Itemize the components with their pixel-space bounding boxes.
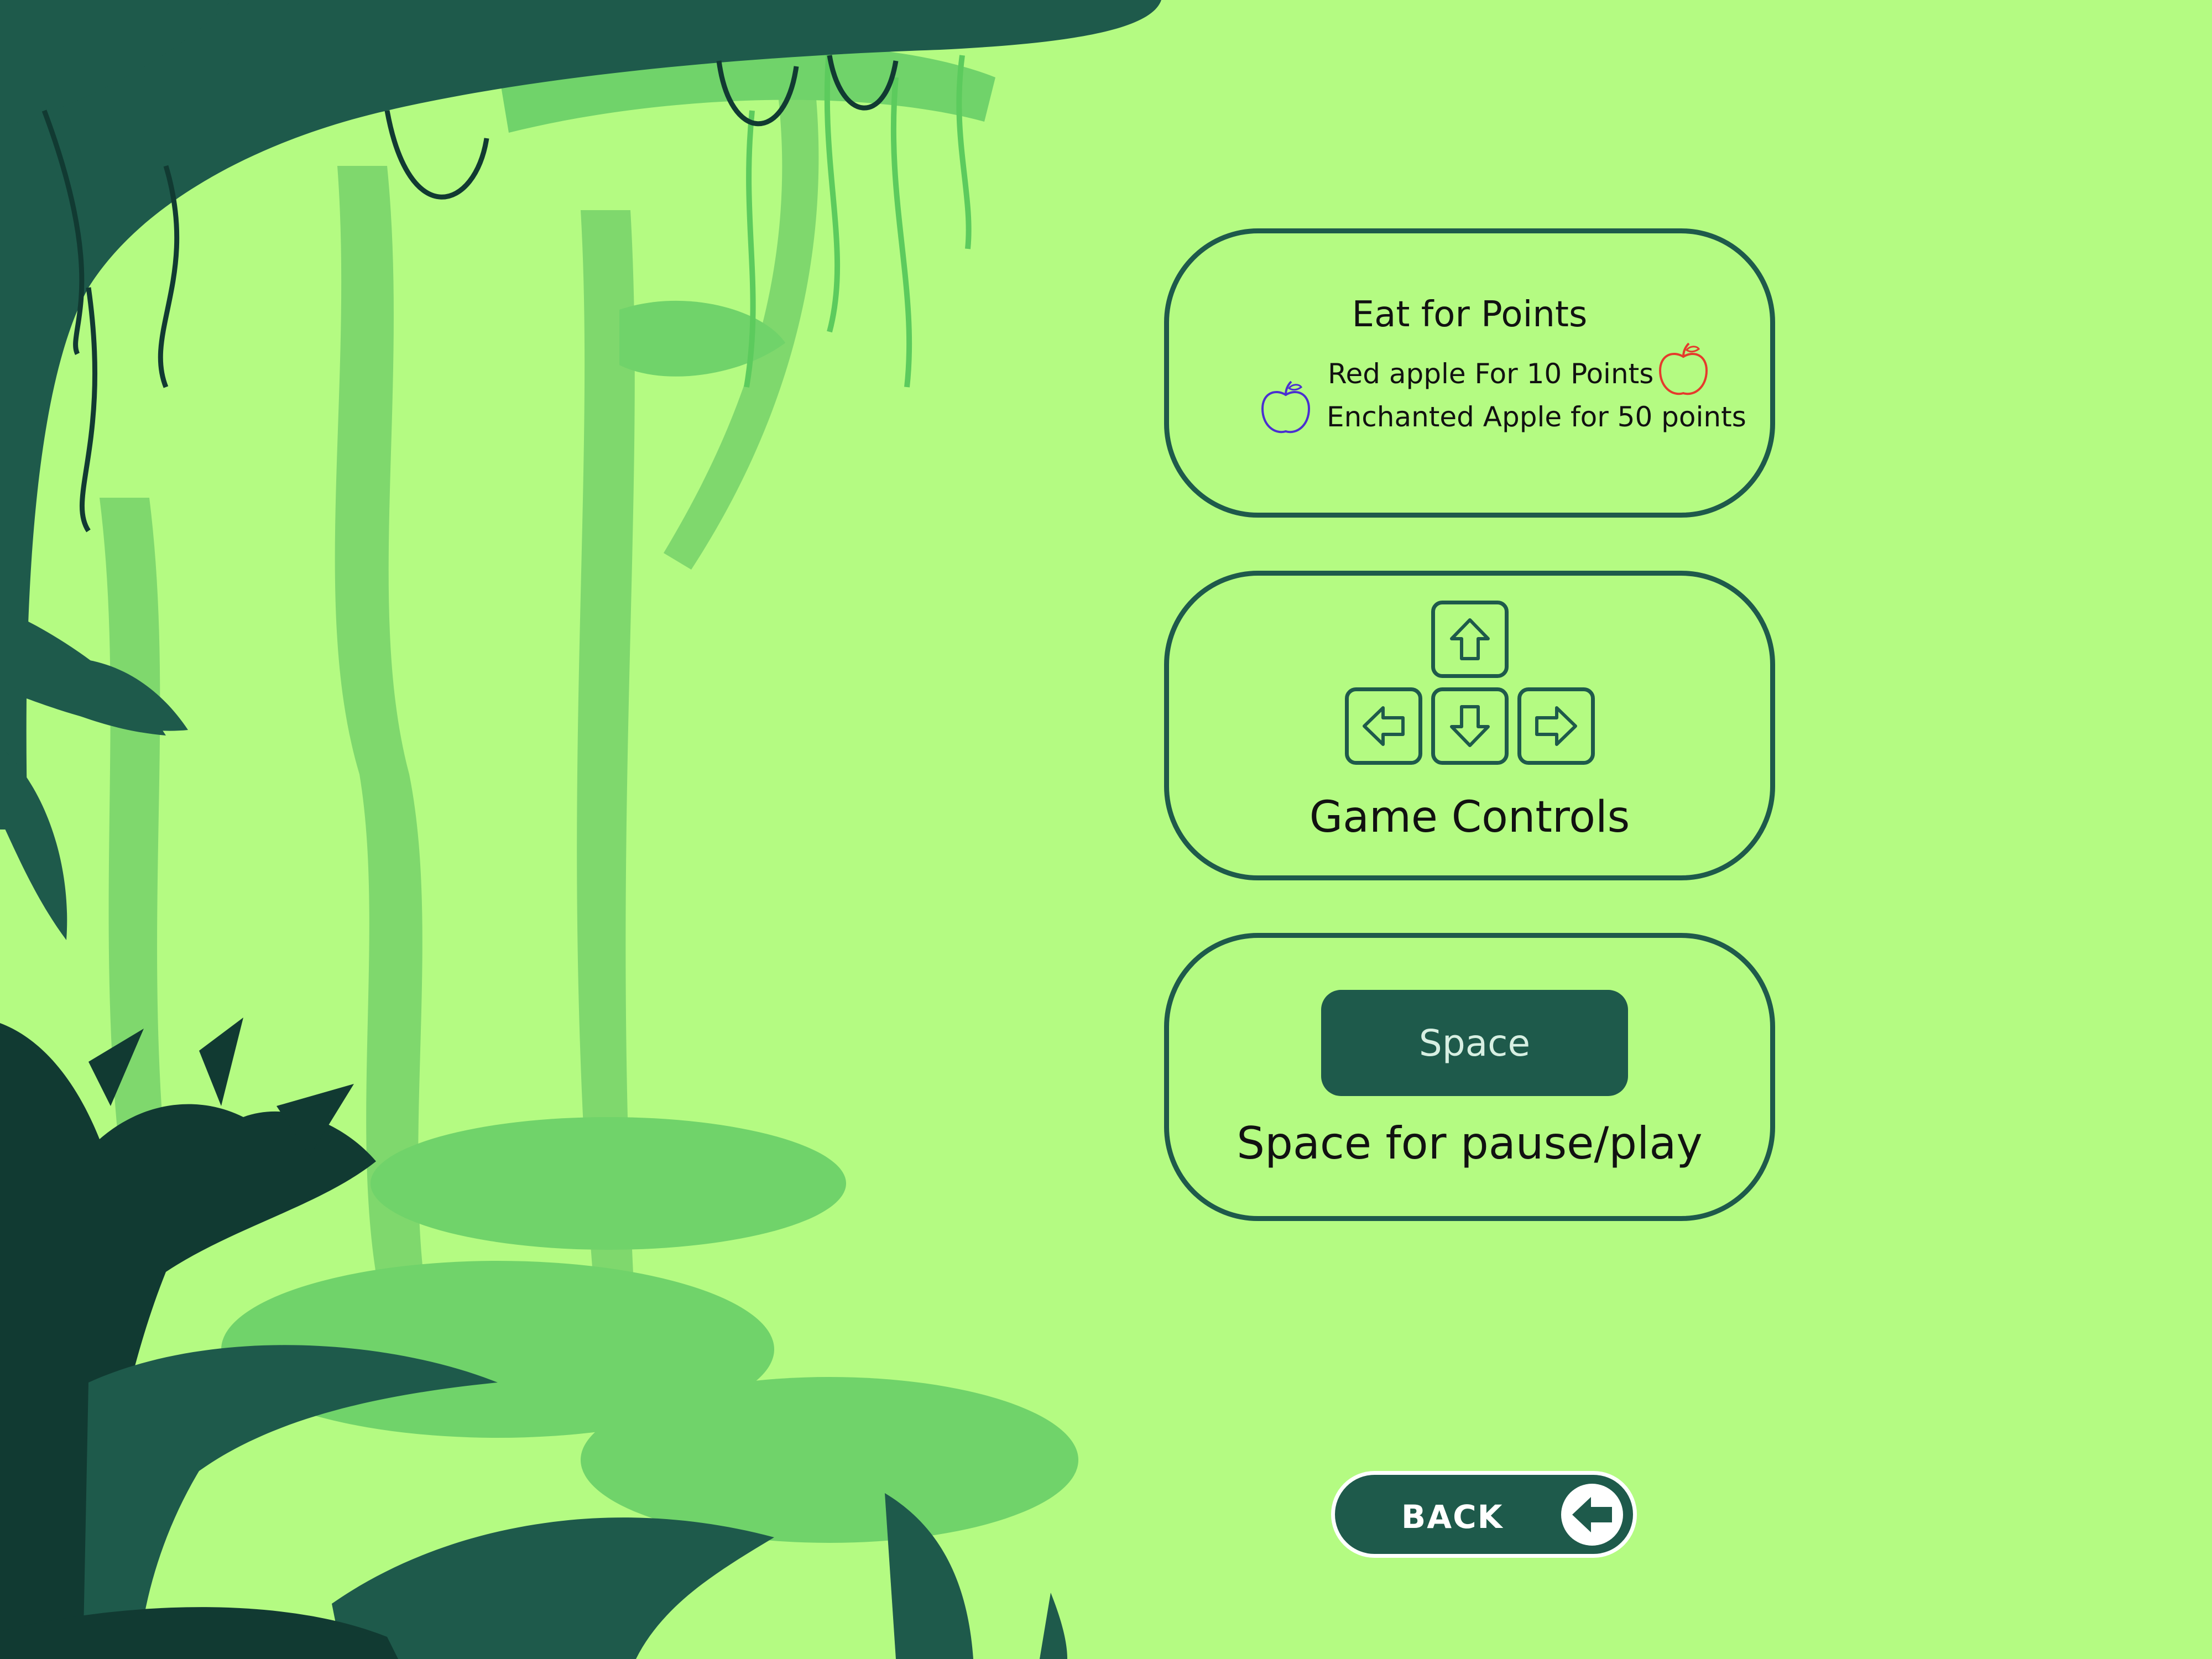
back-button-label: BACK <box>1401 1498 1504 1536</box>
arrow-down-icon <box>1450 705 1490 747</box>
points-card-title: Eat for Points <box>1352 294 1588 335</box>
game-controls-card: Game Controls <box>1164 571 1775 880</box>
arrow-up-key <box>1431 601 1509 678</box>
pause-info-card: Space Space for pause/play <box>1164 933 1775 1221</box>
arrow-left-icon <box>1363 706 1405 746</box>
arrow-right-icon <box>1535 706 1577 746</box>
red-apple-icon <box>1658 342 1708 395</box>
game-controls-title: Game Controls <box>1309 792 1630 842</box>
arrow-left-circle-icon <box>1561 1484 1623 1546</box>
enchanted-apple-icon <box>1261 380 1311 434</box>
jungle-background <box>0 0 1161 1659</box>
arrow-right-key <box>1517 687 1595 765</box>
space-key: Space <box>1321 990 1628 1096</box>
pause-description: Space for pause/play <box>1237 1118 1703 1169</box>
red-apple-points-text: Red apple For 10 Points <box>1328 358 1654 390</box>
arrow-down-key <box>1431 687 1509 765</box>
arrow-up-icon <box>1450 618 1490 660</box>
arrow-left-key <box>1345 687 1422 765</box>
enchanted-apple-points-text: Enchanted Apple for 50 points <box>1327 401 1746 433</box>
back-button[interactable]: BACK <box>1331 1471 1637 1558</box>
points-info-card: Eat for Points Red apple For 10 Points E… <box>1164 228 1775 518</box>
